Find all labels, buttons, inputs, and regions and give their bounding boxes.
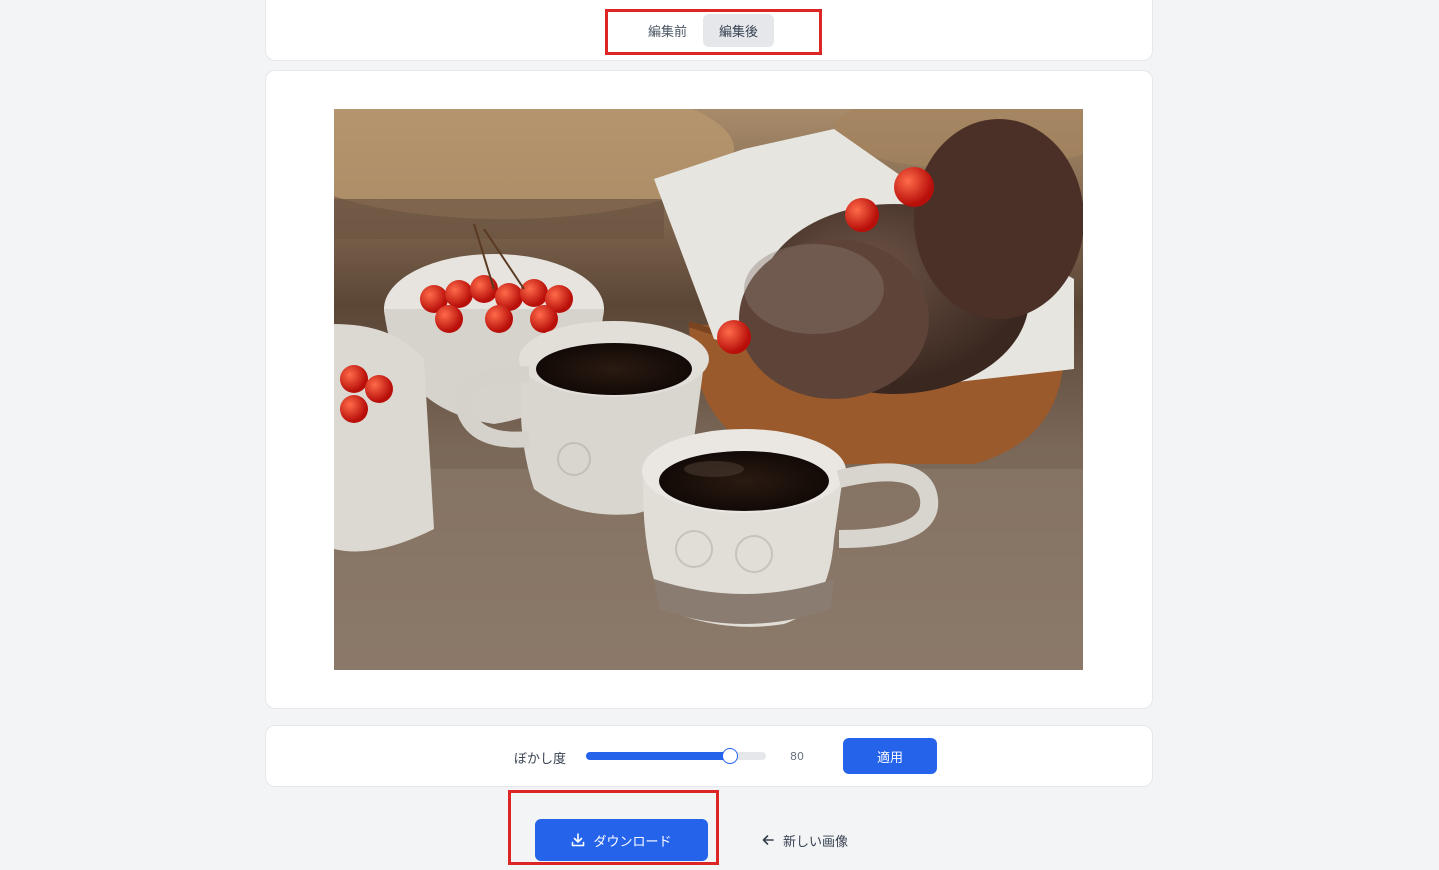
before-edit-button[interactable]: 編集前 [632, 14, 703, 47]
download-label: ダウンロード [593, 834, 672, 850]
download-icon [571, 833, 585, 847]
download-button[interactable]: ダウンロード [535, 819, 708, 861]
blur-control-card: ぼかし度 80 適用 [265, 725, 1153, 787]
new-image-label: 新しい画像 [782, 834, 848, 850]
image-preview-card [265, 70, 1153, 709]
blur-slider-fill [586, 752, 730, 760]
apply-button[interactable]: 適用 [843, 738, 937, 774]
before-after-toggle: 編集前 編集後 [632, 14, 775, 47]
view-toggle-card: 編集前 編集後 [265, 0, 1153, 61]
blur-value: 80 [790, 750, 804, 763]
blur-slider-thumb[interactable] [722, 748, 738, 764]
arrow-left-icon [761, 833, 775, 847]
blur-label: ぼかし度 [514, 752, 567, 767]
new-image-button[interactable]: 新しい画像 [727, 819, 882, 861]
after-edit-button[interactable]: 編集後 [703, 14, 775, 47]
blur-slider[interactable] [586, 748, 766, 764]
edited-photo [334, 109, 1083, 670]
